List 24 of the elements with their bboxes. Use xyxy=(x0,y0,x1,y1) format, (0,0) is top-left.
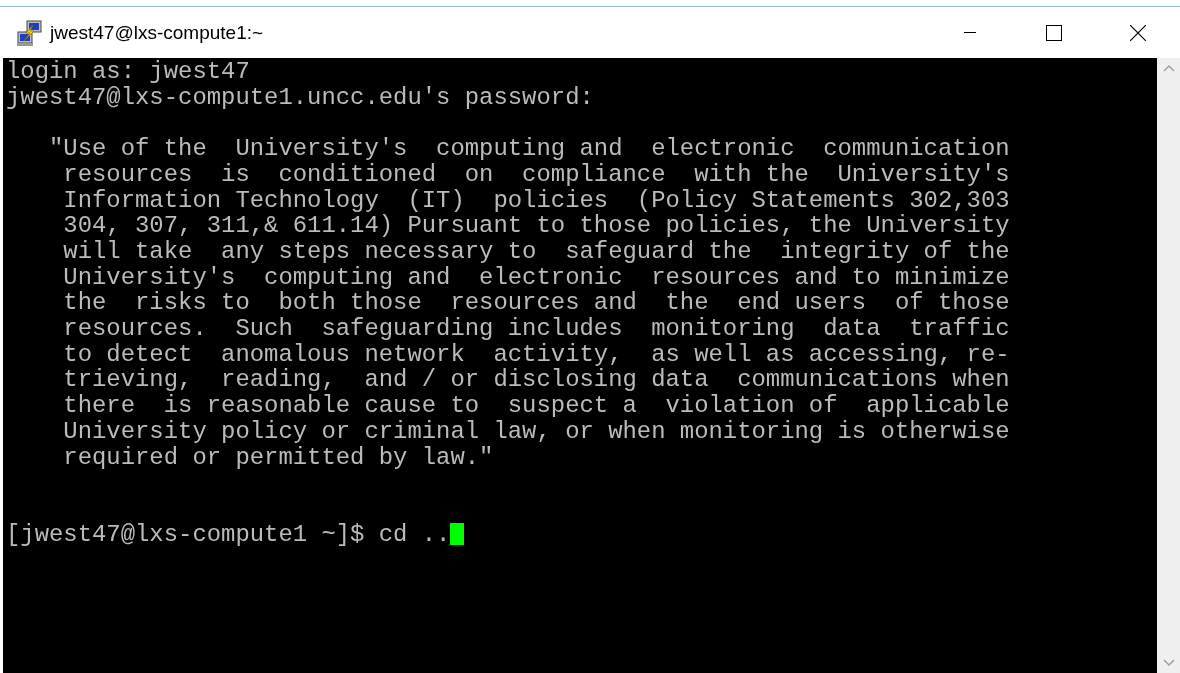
terminal-line: required or permitted by law." xyxy=(62,444,494,471)
terminal-line: University's computing and electronic resources and to minimize xyxy=(62,264,1010,291)
computers-lightning-icon xyxy=(16,18,44,47)
command-prompt: [jwest47@lxs-compute1 ~]$ cd .. xyxy=(6,521,451,548)
window-title: jwest47@lxs-compute1:~ xyxy=(50,21,265,44)
terminal-line: will take any steps necessary to safeguard the integrity of the xyxy=(62,238,1010,265)
minimize-icon xyxy=(964,31,976,34)
terminal-line: to detect anomalous network activity, as well as accessing, re- xyxy=(62,341,1010,368)
terminal-line: trieving, reading, and / or disclosing data communications when xyxy=(62,367,1010,394)
terminal-line: the risks to both those resources and the end users of those xyxy=(62,290,1010,316)
terminal-line: resources. Such safeguarding includes monitoring data traffic xyxy=(62,316,1010,342)
terminal-line: there is reasonable cause to suspect a violation of applicable xyxy=(62,393,1010,419)
terminal-line: 304, 307, 311,& 611.14) Pursuant to those policies, the University xyxy=(62,213,1010,239)
terminal-line: resources is conditioned on compliance with the University's xyxy=(62,161,1010,188)
maximize-icon xyxy=(1046,24,1062,41)
terminal-line: "Use of the University's computing and electronic communication xyxy=(48,136,1010,162)
scroll-up-icon[interactable] xyxy=(1162,64,1175,72)
terminal-line: Information Technology (IT) policies (Policy Statements 302,303 xyxy=(62,187,1010,214)
terminal-line: login as: jwest47 xyxy=(6,59,250,85)
close-icon xyxy=(1130,24,1146,41)
scroll-down-icon[interactable] xyxy=(1162,659,1175,667)
terminal-line: University policy or criminal law, or when monitoring is otherwise xyxy=(62,418,1010,445)
scrollbar[interactable] xyxy=(1157,58,1180,673)
terminal-line: jwest47@lxs-compute1.uncc.edu's password: xyxy=(6,84,594,111)
